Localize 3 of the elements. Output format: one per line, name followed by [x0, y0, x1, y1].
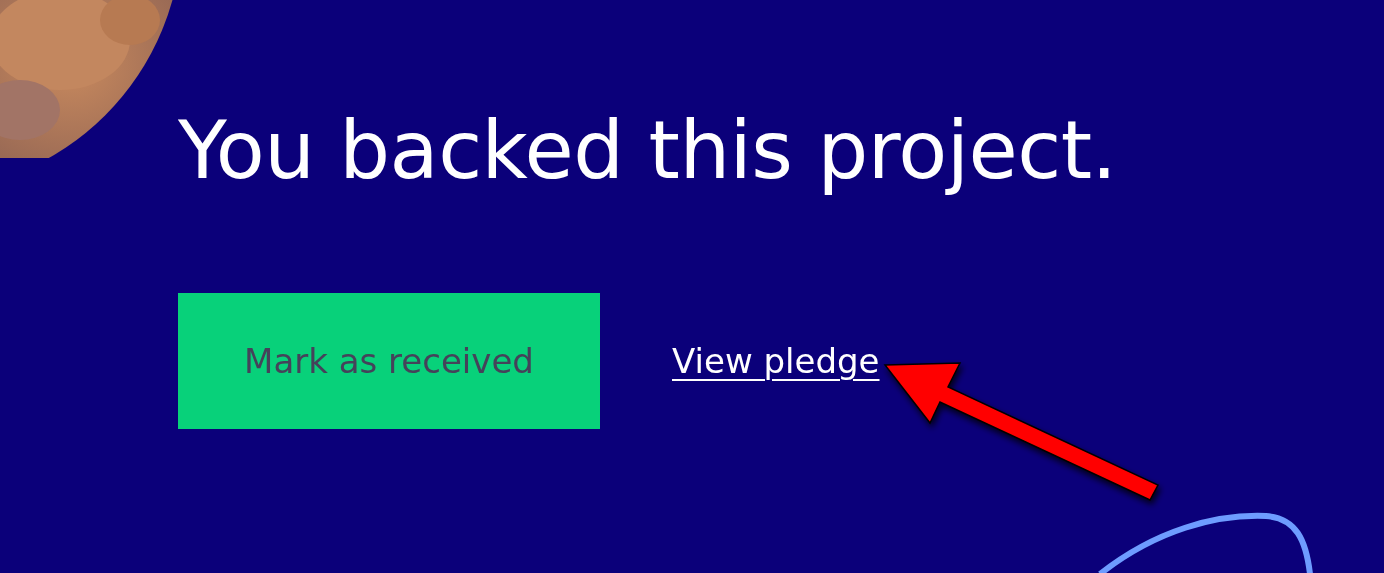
- view-pledge-link[interactable]: View pledge: [672, 341, 880, 381]
- page-heading: You backed this project.: [178, 103, 1118, 199]
- mark-received-button[interactable]: Mark as received: [178, 293, 600, 429]
